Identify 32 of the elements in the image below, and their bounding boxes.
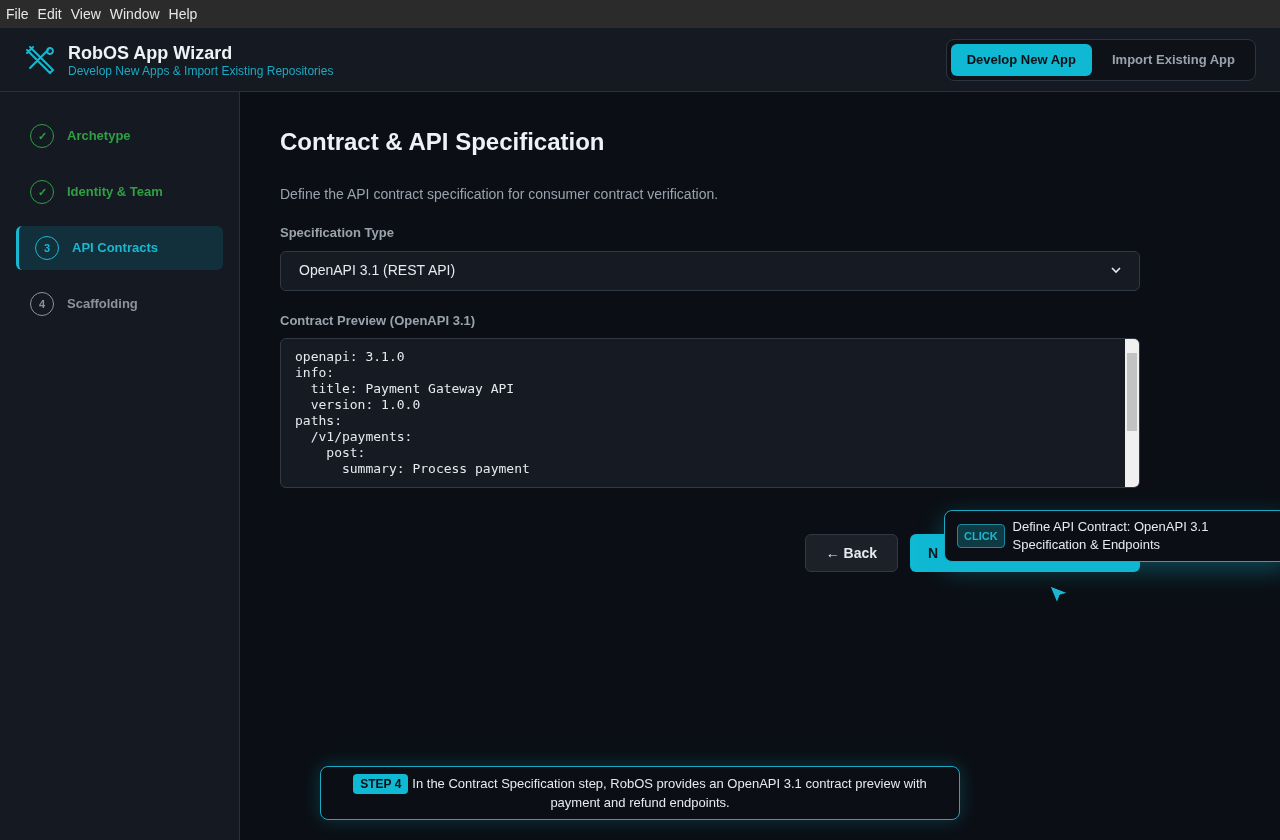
scrollbar[interactable]	[1125, 339, 1139, 487]
app-title: RobOS App Wizard	[68, 41, 234, 64]
menu-item[interactable]: Edit	[33, 3, 66, 25]
step-label: Identity & Team	[67, 183, 163, 202]
step-label: Scaffolding	[67, 295, 138, 314]
step-item[interactable]: 4 Scaffolding	[16, 282, 223, 326]
page-title: Contract & API Specification	[280, 127, 606, 157]
field-label: Contract Preview (OpenAPI 3.1)	[280, 311, 477, 330]
step-item[interactable]: 3 API Contracts	[16, 226, 223, 270]
menu-item[interactable]: File	[2, 3, 33, 25]
click-badge: CLICK	[957, 523, 1005, 549]
step-item[interactable]: ✓ Identity & Team	[16, 170, 223, 214]
tooltip-text: Define API Contract: OpenAPI 3.1 Specification & Endpoints	[1012, 518, 1210, 554]
step-label: Archetype	[67, 127, 131, 146]
menu-item[interactable]: View	[66, 3, 105, 25]
mode-tab[interactable]: Import Existing App	[1095, 43, 1251, 76]
step-label: API Contracts	[72, 239, 158, 258]
step-item[interactable]: ✓ Archetype	[16, 114, 223, 158]
step-badge: STEP 4	[353, 774, 409, 794]
menu-item[interactable]: Window	[105, 3, 164, 25]
back-button[interactable]: ← Back	[804, 534, 898, 572]
spec-type-dropdown[interactable]: OpenAPI 3.1 (REST API)	[280, 250, 1140, 291]
page-description: Define the API contract specification for consumer contract verification.	[280, 185, 720, 204]
app-subtitle: Develop New Apps & Import Existing Repositories	[68, 63, 334, 78]
contract-editor[interactable]: openapi: 3.1.0 info: title: Payment Gateway API version: 1.0.0 paths: /v1/payments: post: summary: Process payment	[280, 338, 1140, 488]
mode-tab[interactable]: Develop New App	[950, 43, 1092, 76]
caption-text: STEP 4 In the Contract Specification step, RobOS provides an OpenAPI 3.1 contract preview with payment and refund endpoints.	[345, 774, 935, 812]
chevron-icon	[1111, 267, 1121, 274]
field-label: Specification Type	[280, 224, 395, 242]
pointer-icon	[1048, 584, 1070, 606]
menu-item[interactable]: Help	[164, 3, 202, 25]
crossed-tools-icon	[24, 43, 56, 76]
